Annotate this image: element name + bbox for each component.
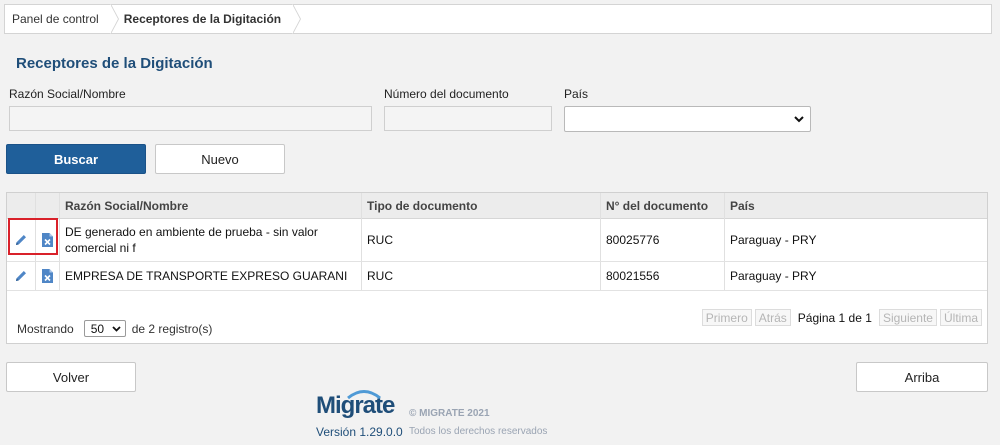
pager-atras-button[interactable]: Atrás <box>754 309 791 326</box>
cell-razon: DE generado en ambiente de prueba - sin … <box>65 225 318 255</box>
cell-tipo: RUC <box>367 233 393 247</box>
razon-social-input[interactable] <box>9 106 372 131</box>
column-header-razon[interactable]: Razón Social/Nombre <box>59 193 361 219</box>
pagination: Primero Atrás Página 1 de 1 Siguiente Úl… <box>701 309 982 326</box>
page-size-value: 50 <box>90 321 105 336</box>
version-text: Versión 1.29.0.0 <box>316 425 403 439</box>
pager-ultima-button[interactable]: Última <box>939 309 982 326</box>
current-page: 1 <box>838 310 846 325</box>
delete-file-icon[interactable] <box>35 262 59 290</box>
breadcrumb-panel-de-control[interactable]: Panel de control <box>5 4 119 34</box>
pager-siguiente-button[interactable]: Siguiente <box>878 309 937 326</box>
pais-label: País <box>564 87 589 101</box>
table-row: EMPRESA DE TRANSPORTE EXPRESO GUARANI RU… <box>7 262 987 291</box>
breadcrumb: Panel de control Receptores de la Digita… <box>4 4 992 34</box>
chevron-down-icon <box>794 115 804 122</box>
column-header-numero[interactable]: N° del documento <box>600 193 724 219</box>
pagina-label: Página <box>797 310 836 325</box>
numero-documento-label: Número del documento <box>384 87 509 101</box>
razon-social-label: Razón Social/Nombre <box>9 87 126 101</box>
cell-pais: Paraguay - PRY <box>730 269 817 283</box>
breadcrumb-label: Panel de control <box>12 12 99 26</box>
pager-status: Página 1 de 1 <box>794 311 876 325</box>
page-size-select[interactable]: 50 <box>83 320 126 337</box>
total-pages: 1 <box>865 310 872 325</box>
cell-pais: Paraguay - PRY <box>730 233 817 247</box>
cell-tipo: RUC <box>367 269 393 283</box>
receptores-table: Razón Social/Nombre Tipo de documento N°… <box>6 192 988 344</box>
rights-text: Todos los derechos reservados <box>409 426 548 437</box>
chevron-down-icon <box>112 325 121 332</box>
highlight-box <box>8 218 58 255</box>
column-header-tipo[interactable]: Tipo de documento <box>361 193 600 219</box>
numero-documento-input[interactable] <box>384 106 552 131</box>
pencil-edit-icon[interactable] <box>7 262 35 290</box>
de-label: de <box>848 310 862 325</box>
breadcrumb-label: Receptores de la Digitación <box>123 12 282 26</box>
records-summary: Mostrando 50 de 2 registro(s) <box>17 320 212 337</box>
arriba-button[interactable]: Arriba <box>856 362 988 392</box>
volver-button[interactable]: Volver <box>6 362 136 392</box>
logo-arc-icon <box>347 390 381 399</box>
table-header: Razón Social/Nombre Tipo de documento N°… <box>7 193 987 219</box>
cell-numero: 80025776 <box>606 233 660 247</box>
pager-primero-button[interactable]: Primero <box>701 309 752 326</box>
copyright-text: © MIGRATE 2021 <box>409 408 490 419</box>
page-title: Receptores de la Digitación <box>16 55 213 72</box>
table-row: DE generado en ambiente de prueba - sin … <box>7 219 987 262</box>
records-count: de 2 registro(s) <box>131 321 213 336</box>
buscar-button[interactable]: Buscar <box>6 144 146 174</box>
migrate-logo: Migrate <box>316 390 395 420</box>
nuevo-button[interactable]: Nuevo <box>155 144 285 174</box>
breadcrumb-current: Receptores de la Digitación <box>113 4 302 34</box>
cell-razon: EMPRESA DE TRANSPORTE EXPRESO GUARANI <box>65 269 348 283</box>
mostrando-label: Mostrando <box>17 321 74 336</box>
column-header-pais[interactable]: País <box>724 193 987 219</box>
cell-numero: 80021556 <box>606 269 660 283</box>
pais-select[interactable] <box>564 106 811 132</box>
